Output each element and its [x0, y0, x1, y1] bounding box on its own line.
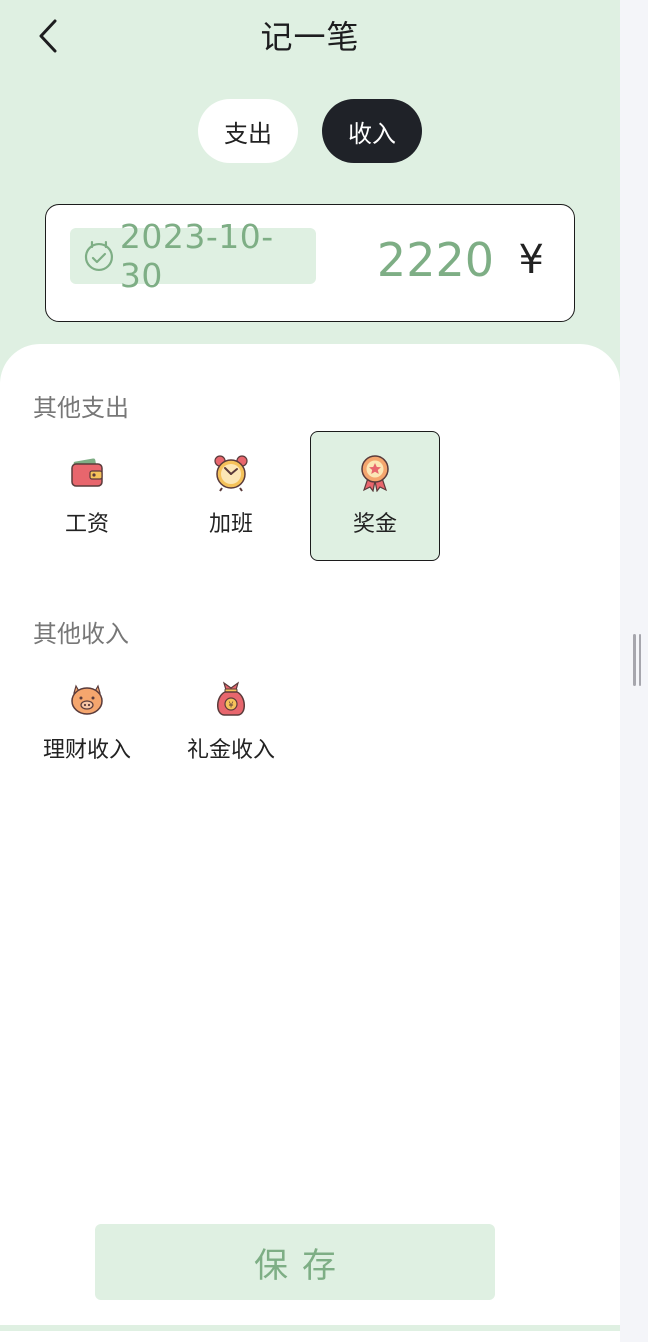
type-toggle: 支出 收入	[198, 99, 422, 163]
money-bag-icon: ¥	[217, 681, 245, 716]
save-button[interactable]: 保存	[95, 1224, 495, 1300]
category-label: 理财收入	[42, 738, 131, 763]
alarm-clock-icon	[214, 455, 248, 492]
category-salary[interactable]: 工资	[22, 432, 152, 562]
category-label: 工资	[64, 512, 109, 537]
wallet-icon	[71, 458, 103, 487]
category-bonus[interactable]: 奖金	[310, 431, 440, 561]
date-picker[interactable]: 2023-10-30	[70, 217, 316, 295]
category-label: 礼金收入	[186, 738, 275, 763]
resize-handle[interactable]	[633, 634, 641, 686]
section-title-other-expense: 其他支出	[33, 394, 129, 422]
section-title-other-income: 其他收入	[33, 620, 129, 648]
date-value: 2023-10-30	[119, 217, 274, 295]
category-sheet: 其他支出 工资 加班 奖金 其他收入 理财收入 ¥ 礼金收入	[0, 344, 620, 1342]
tab-income[interactable]: 收入	[322, 99, 422, 163]
category-gift-money[interactable]: ¥ 礼金收入	[166, 658, 296, 788]
currency-symbol: ¥	[518, 237, 544, 283]
svg-text:¥: ¥	[228, 701, 233, 710]
category-label: 加班	[208, 512, 253, 537]
bottom-divider	[0, 1325, 620, 1331]
app-screen: 记一笔 支出 收入 2023-10-30 2220 ¥ 其他支出 工资 加班 奖…	[0, 0, 620, 1342]
category-overtime[interactable]: 加班	[166, 432, 296, 562]
calendar-check-icon	[84, 240, 113, 272]
tab-expense[interactable]: 支出	[198, 99, 298, 163]
top-bar: 记一笔	[0, 0, 620, 70]
category-investment-income[interactable]: 理财收入	[22, 658, 152, 788]
category-label: 奖金	[352, 512, 397, 537]
page-title: 记一笔	[260, 18, 360, 56]
piggy-bank-icon	[71, 684, 103, 715]
medal-icon	[361, 455, 389, 492]
amount-card: 2023-10-30 2220 ¥	[45, 204, 575, 322]
amount-input[interactable]: 2220	[377, 233, 494, 287]
